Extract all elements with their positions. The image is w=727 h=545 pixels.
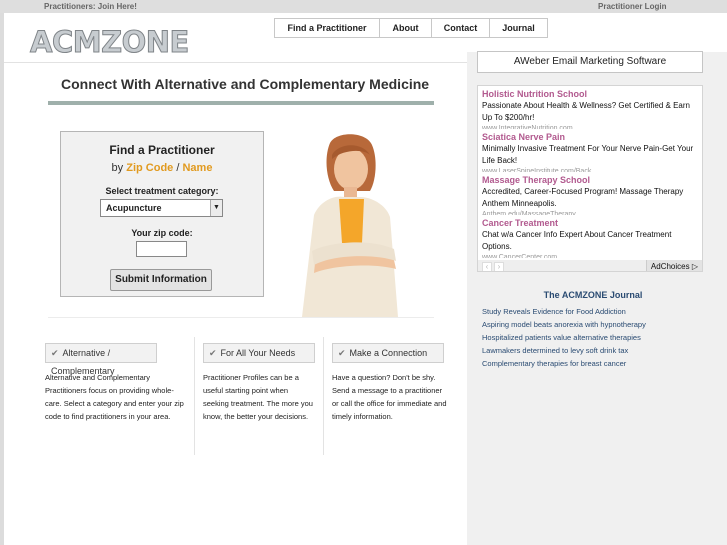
ad-body: Passionate About Health & Wellness? Get … bbox=[482, 101, 690, 122]
feature-text-alternative: Alternative and Complementary Practition… bbox=[45, 373, 184, 421]
ad-item[interactable]: Massage Therapy School Accredited, Caree… bbox=[482, 174, 698, 215]
ad-url[interactable]: www.IntegrativeNutrition.com bbox=[482, 124, 698, 129]
journal-links: Study Reveals Evidence for Food Addictio… bbox=[482, 305, 646, 370]
section-divider bbox=[48, 317, 434, 318]
check-icon: ✔ bbox=[209, 348, 217, 358]
journal-title: The ACMZONE Journal bbox=[543, 290, 643, 300]
ad-item[interactable]: Holistic Nutrition School Passionate Abo… bbox=[482, 88, 698, 129]
check-icon: ✔ bbox=[338, 348, 346, 358]
ad-block: Holistic Nutrition School Passionate Abo… bbox=[477, 85, 703, 272]
zip-input[interactable] bbox=[136, 241, 187, 257]
feature-label: For All Your Needs bbox=[220, 348, 296, 358]
ad-url[interactable]: www.CancerCenter.com bbox=[482, 253, 698, 258]
journal-link[interactable]: Lawmakers determined to levy soft drink … bbox=[482, 344, 646, 357]
column-divider bbox=[194, 337, 195, 455]
feature-text-needs: Practitioner Profiles can be a useful st… bbox=[203, 373, 313, 421]
submit-button[interactable]: Submit Information bbox=[110, 269, 212, 291]
nav-find-practitioner[interactable]: Find a Practitioner bbox=[275, 19, 379, 37]
practitioner-photo bbox=[302, 134, 398, 317]
finder-search-by: by Zip Code / Name bbox=[61, 162, 263, 174]
ad-body: Minimally Invasive Treatment For Your Ne… bbox=[482, 144, 694, 165]
ad-item[interactable]: Sciatica Nerve Pain Minimally Invasive T… bbox=[482, 131, 698, 172]
journal-link[interactable]: Hospitalized patients value alternative … bbox=[482, 331, 646, 344]
chevron-right-icon[interactable]: › bbox=[494, 262, 504, 271]
practitioner-finder: Find a Practitioner by Zip Code / Name S… bbox=[60, 131, 264, 297]
name-link[interactable]: Name bbox=[182, 162, 212, 174]
ad-title[interactable]: Sciatica Nerve Pain bbox=[482, 131, 698, 143]
feature-text-connection: Have a question? Don't be shy. Send a me… bbox=[332, 373, 447, 421]
ad-title[interactable]: Massage Therapy School bbox=[482, 174, 698, 186]
finder-title: Find a Practitioner bbox=[109, 143, 215, 157]
category-select-value: Acupuncture bbox=[106, 203, 162, 213]
feature-for-all-needs[interactable]: ✔ For All Your Needs bbox=[203, 343, 315, 363]
ad-url[interactable]: www.LaserSpineInstitute.com/Back bbox=[482, 167, 698, 172]
page-title: Connect With Alternative and Complementa… bbox=[61, 76, 430, 92]
journal-link[interactable]: Complementary therapies for breast cance… bbox=[482, 357, 646, 370]
journal-link[interactable]: Aspiring model beats anorexia with hypno… bbox=[482, 318, 646, 331]
feature-label: Make a Connection bbox=[349, 348, 428, 358]
practitioner-login-link[interactable]: Practitioner Login bbox=[598, 2, 666, 11]
chevron-down-icon[interactable]: ▼ bbox=[210, 200, 222, 216]
category-select[interactable]: Acupuncture ▼ bbox=[100, 199, 223, 217]
ad-title[interactable]: Holistic Nutrition School bbox=[482, 88, 698, 100]
nav-contact[interactable]: Contact bbox=[431, 19, 489, 37]
top-bar: Practitioners: Join Here! Practitioner L… bbox=[0, 0, 727, 13]
adchoices-icon: ▷ bbox=[691, 262, 698, 271]
feature-alternative-complementary[interactable]: ✔ Alternative / Complementary bbox=[45, 343, 157, 376]
zip-label: Your zip code: bbox=[131, 228, 193, 238]
zip-code-link[interactable]: Zip Code bbox=[126, 162, 173, 174]
ad-url[interactable]: Anthem.edu/MassageTherapy bbox=[482, 210, 698, 215]
ad-body: Accredited, Career-Focused Program! Mass… bbox=[482, 187, 684, 208]
nav-journal[interactable]: Journal bbox=[489, 19, 547, 37]
journal-link[interactable]: Study Reveals Evidence for Food Addictio… bbox=[482, 305, 646, 318]
finder-by-text: by bbox=[111, 162, 124, 174]
main-nav: Find a Practitioner About Contact Journa… bbox=[274, 18, 548, 38]
nav-about[interactable]: About bbox=[379, 19, 431, 37]
chevron-left-icon[interactable]: ‹ bbox=[482, 262, 492, 271]
join-link[interactable]: Practitioners: Join Here! bbox=[44, 2, 137, 11]
ad-footer: ‹ › AdChoices ▷ bbox=[478, 260, 702, 271]
ad-pager: ‹ › bbox=[482, 262, 506, 271]
logo[interactable]: ACMZONE bbox=[30, 25, 190, 60]
feature-make-connection[interactable]: ✔ Make a Connection bbox=[332, 343, 444, 363]
title-divider bbox=[48, 101, 434, 105]
ad-body: Chat w/a Cancer Info Expert About Cancer… bbox=[482, 230, 672, 251]
ad-item[interactable]: Cancer Treatment Chat w/a Cancer Info Ex… bbox=[482, 217, 698, 258]
ad-title[interactable]: Cancer Treatment bbox=[482, 217, 698, 229]
column-divider bbox=[323, 337, 324, 455]
category-label: Select treatment category: bbox=[105, 186, 219, 196]
adchoices-label: AdChoices bbox=[650, 262, 690, 271]
finder-slash: / bbox=[176, 162, 180, 174]
check-icon: ✔ bbox=[51, 348, 59, 358]
adchoices-link[interactable]: AdChoices ▷ bbox=[645, 260, 702, 271]
aweber-ad-link[interactable]: AWeber Email Marketing Software bbox=[477, 51, 703, 73]
